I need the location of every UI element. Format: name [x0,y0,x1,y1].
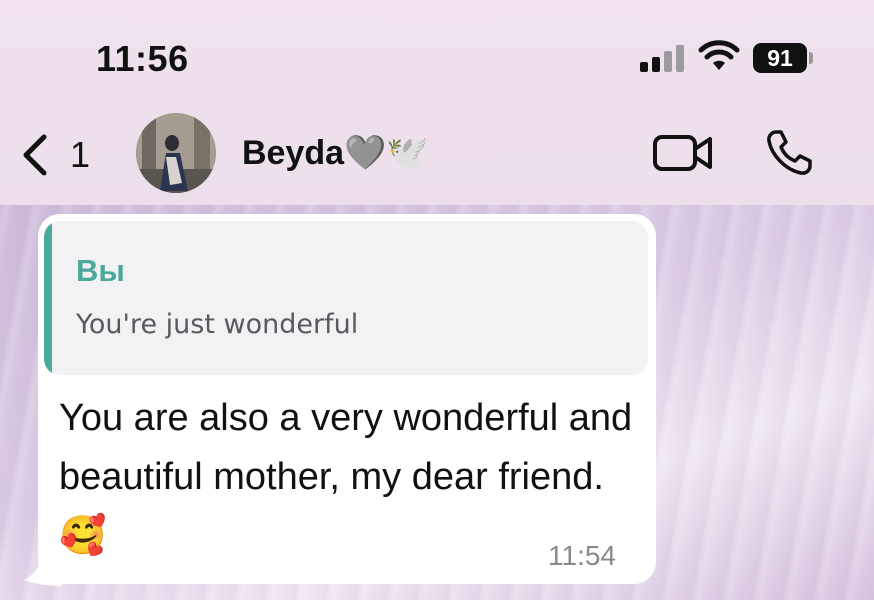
quote-accent-bar [44,221,52,375]
quote-author: Вы [76,253,125,288]
quote-text: You're just wonderful [76,309,359,340]
contact-name[interactable]: Beyda🩶🕊️ [242,133,429,173]
battery-icon [809,52,813,64]
wifi-icon [698,40,740,70]
avatar[interactable] [136,113,216,193]
battery-indicator: 91 [753,43,807,73]
signal-icon [640,44,686,72]
back-unread-count[interactable]: 1 [70,134,90,176]
chat-header [0,0,874,205]
avatar-photo [136,113,216,193]
status-time: 11:56 [96,38,189,79]
message-timestamp: 11:54 [548,540,616,571]
video-call-icon[interactable] [652,133,714,173]
reply-quote[interactable]: Вы You're just wonderful [44,221,648,375]
phone-call-icon[interactable] [764,128,814,178]
back-chevron-icon[interactable] [18,133,52,177]
